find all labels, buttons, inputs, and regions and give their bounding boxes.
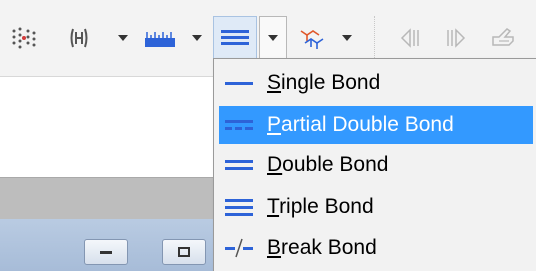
minimize-icon[interactable] [84,239,128,265]
restore-icon[interactable] [162,239,206,265]
menu-item-label: Break Bond [267,236,377,259]
colorful-molecule-icon[interactable] [292,16,330,60]
menu-item-label: Single Bond [267,71,381,94]
chevron-down-icon[interactable] [259,16,287,60]
menu-item-single-bond[interactable]: Single Bond [219,64,533,102]
bond-type-menu: Single Bond Partial Double Bond Double B… [213,58,536,271]
ruler-icon[interactable] [141,16,179,60]
toolbar-separator [374,16,376,60]
chevron-down-icon[interactable] [188,16,206,60]
step-back-icon[interactable] [396,16,426,60]
bond-order-icon[interactable] [213,16,257,60]
chevron-down-icon[interactable] [338,16,356,60]
hand-pointer-icon[interactable] [484,16,520,60]
menu-item-break-bond[interactable]: Break Bond [219,229,533,267]
menu-item-double-bond[interactable]: Double Bond [219,146,533,184]
step-forward-icon[interactable] [440,16,470,60]
dotted-atom-grid-icon[interactable] [8,16,40,60]
break-bond-icon [219,229,259,267]
partial-double-bond-icon [219,106,259,144]
chevron-down-icon[interactable] [114,16,132,60]
single-bond-icon [219,64,259,102]
menu-item-label: Triple Bond [267,195,374,218]
menu-item-label: Partial Double Bond [267,113,454,136]
triple-bond-icon [219,188,259,226]
hydrogen-bracket-icon[interactable] [66,16,92,60]
double-bond-icon [219,146,259,184]
menu-item-triple-bond[interactable]: Triple Bond [219,188,533,226]
menu-item-label: Double Bond [267,153,389,176]
menu-item-partial-double-bond[interactable]: Partial Double Bond [219,106,533,144]
app-window: Single Bond Partial Double Bond Double B… [0,0,536,271]
